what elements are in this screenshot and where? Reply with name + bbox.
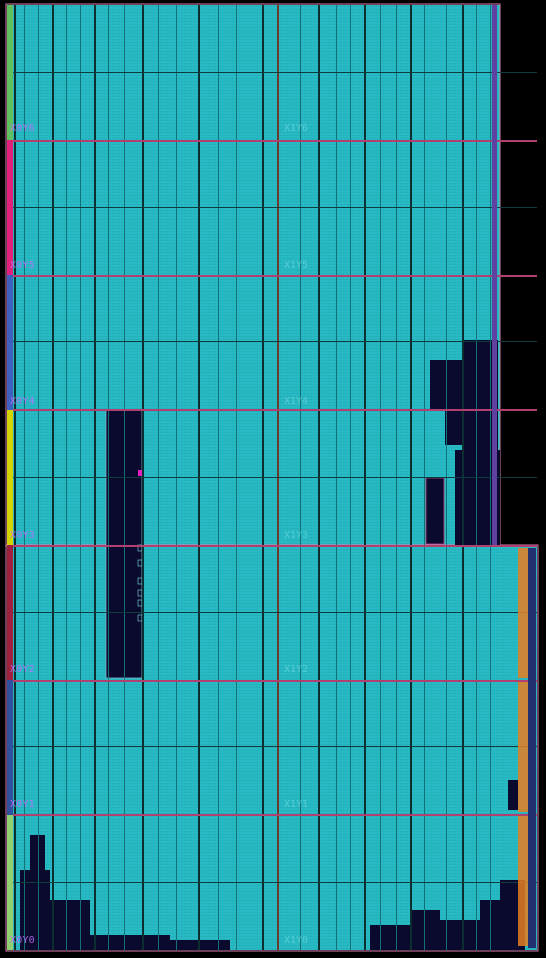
region-row-10: [7, 746, 537, 747]
region-row-3: [7, 275, 537, 277]
center-region-label: X1Y2: [284, 664, 309, 675]
clock-region-label: X0Y4: [10, 396, 35, 407]
region-row-9: [7, 680, 537, 682]
hole-marker: [138, 470, 142, 476]
unplaced-area-6: [508, 780, 518, 810]
io-bank-left-1: [7, 140, 13, 275]
fabric-lower: [7, 545, 537, 950]
clock-region-label: X0Y5: [10, 260, 35, 271]
fpga-device-view[interactable]: [0, 0, 546, 958]
io-bank-left-0: [7, 5, 13, 140]
unplaced-area-1: [426, 478, 444, 544]
clock-region-label: X0Y6: [10, 123, 35, 134]
clock-region-label: X0Y1: [10, 799, 35, 810]
io-edge-0: [528, 548, 536, 948]
region-row-7: [7, 545, 537, 547]
center-region-label: X1Y6: [284, 123, 309, 134]
center-region-label: X1Y0: [284, 935, 309, 946]
unplaced-area-8: [30, 835, 45, 875]
io-bank-left-6: [7, 815, 13, 950]
region-row-5: [7, 409, 537, 411]
region-row-11: [7, 814, 537, 816]
region-row-12: [7, 882, 537, 883]
region-row-8: [7, 612, 537, 613]
clock-region-label: X0Y3: [10, 530, 35, 541]
io-bank-left-3: [7, 410, 13, 545]
io-bank-left-4: [7, 545, 13, 680]
io-bank-left-5: [7, 680, 13, 815]
center-region-label: X1Y3: [284, 530, 309, 541]
io-bank-right-1: [518, 682, 528, 812]
region-row-0: [7, 72, 537, 73]
center-region-label: X1Y4: [284, 396, 309, 407]
region-row-4: [7, 341, 537, 342]
clock-region-label: X0Y0: [10, 935, 35, 946]
center-region-label: X1Y5: [284, 260, 309, 271]
region-row-6: [7, 477, 537, 478]
region-row-2: [7, 207, 537, 208]
io-bank-right-2: [518, 816, 528, 946]
center-region-label: X1Y1: [284, 799, 309, 810]
io-bank-right-0: [518, 548, 528, 678]
region-row-1: [7, 140, 537, 142]
unplaced-area-12: [370, 925, 410, 950]
io-bank-upper-right: [492, 5, 497, 545]
io-bank-left-2: [7, 275, 13, 410]
clock-region-label: X0Y2: [10, 664, 35, 675]
unplaced-area-9: [50, 900, 90, 950]
